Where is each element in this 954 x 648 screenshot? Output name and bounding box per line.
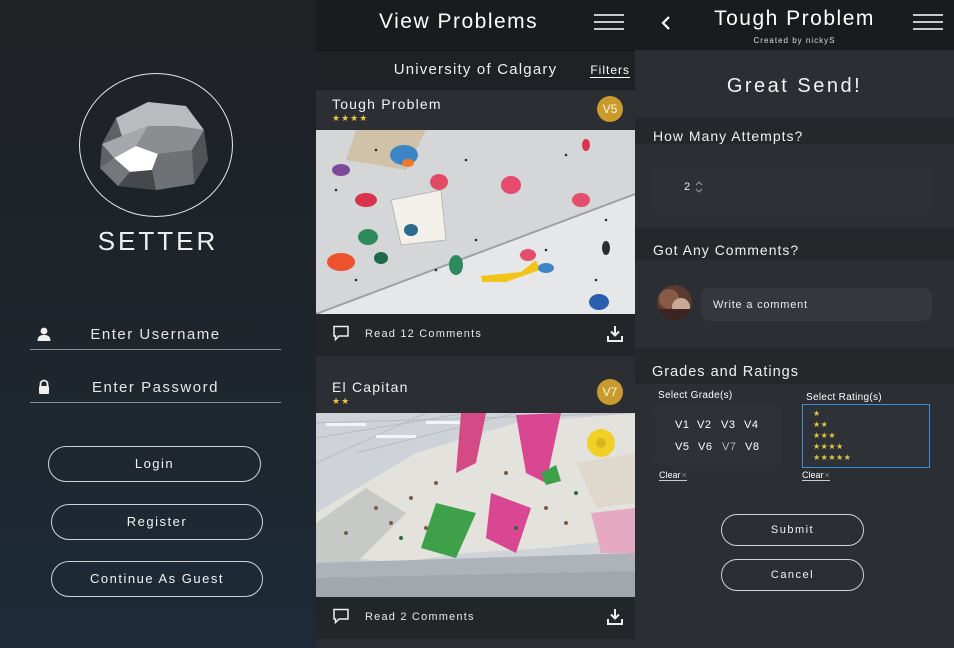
comment-icon[interactable] [332,325,350,341]
grade-badge: V7 [597,379,623,405]
great-send-banner: Great Send! [726,75,863,97]
problem-name: El Capitan [332,379,409,395]
menu-icon[interactable] [913,14,943,30]
password-placeholder: Enter Password [92,379,219,396]
view-problems-panel: View Problems University of Calgary Filt… [316,0,635,648]
page-title: View Problems [379,10,539,33]
problem-stars: ★★★★ [332,113,369,123]
rating-option[interactable]: ★ [813,409,821,418]
grade-option[interactable]: V4 [744,419,758,431]
download-icon[interactable] [607,608,623,626]
climbing-wall-image [316,130,635,314]
username-field[interactable]: Enter Username [30,320,281,350]
stepper-icon[interactable] [694,179,704,195]
rating-option[interactable]: ★★★★★ [813,453,851,462]
grade-option[interactable]: V3 [721,419,735,431]
clear-x-icon: × [681,470,687,480]
submit-button[interactable]: Submit [721,514,864,546]
grade-option[interactable]: V2 [697,419,711,431]
grade-option[interactable]: V7 [722,441,736,453]
rating-option[interactable]: ★★★★ [813,442,844,451]
comment-icon[interactable] [332,608,350,624]
register-button[interactable]: Register [51,504,263,540]
guest-button[interactable]: Continue As Guest [51,561,263,597]
view-header: View Problems [316,0,635,50]
comment-input[interactable] [701,288,932,321]
attempts-value: 2 [684,181,691,193]
grades-label: Grades and Ratings [652,364,799,380]
username-placeholder: Enter Username [90,326,221,343]
avatar [657,285,692,320]
grade-option[interactable]: V6 [698,441,712,453]
rating-selector[interactable]: ★ ★★ ★★★ ★★★★ ★★★★★ [802,404,930,468]
card-footer: Read 12 Comments [316,314,635,356]
problem-photo [316,130,635,314]
filters-link[interactable]: Filters [590,63,630,78]
creator-label: Created by nickyS [753,36,836,45]
problem-stars: ★★ [332,396,351,406]
menu-icon[interactable] [594,14,624,30]
grade-option[interactable]: V5 [675,441,689,453]
problem-card[interactable]: Tough Problem ★★★★ V5 Read 12 Comments [316,90,635,356]
boulder-logo-icon [100,102,208,190]
location-title: University of Calgary [393,61,558,78]
card-header: El Capitan ★★ V7 [316,373,635,413]
problem-detail-panel: Tough Problem Created by nickyS Great Se… [635,0,954,648]
attempts-stepper[interactable]: 2 [653,164,930,210]
problem-card[interactable]: El Capitan ★★ V7 Read 2 Comments [316,373,635,641]
problem-photo [316,413,635,597]
grade-badge: V5 [597,96,623,122]
problem-name: Tough Problem [332,96,442,112]
read-comments-link[interactable]: Read 12 Comments [365,328,482,340]
clear-grades-link[interactable]: Clear× [659,470,687,481]
login-button[interactable]: Login [48,446,261,482]
grade-option[interactable]: V1 [675,419,689,431]
login-panel: SETTER Enter Username Enter Password Log… [0,0,316,648]
select-rating-label: Select Rating(s) [806,392,882,403]
grade-option[interactable]: V8 [745,441,759,453]
logo [79,73,233,217]
download-icon[interactable] [607,325,623,343]
clear-ratings-link[interactable]: Clear× [802,470,830,481]
attempts-label: How Many Attempts? [653,128,804,144]
read-comments-link[interactable]: Read 2 Comments [365,611,475,623]
app-brand: SETTER [97,226,219,256]
location-bar: University of Calgary Filters [316,50,635,90]
problem-title: Tough Problem [714,7,875,30]
password-field[interactable]: Enter Password [30,373,281,403]
card-header: Tough Problem ★★★★ V5 [316,90,635,130]
rating-option[interactable]: ★★ [813,420,828,429]
clear-x-icon: × [824,470,830,480]
card-footer: Read 2 Comments [316,597,635,639]
select-grade-label: Select Grade(s) [658,390,733,401]
rating-option[interactable]: ★★★ [813,431,836,440]
cancel-button[interactable]: Cancel [721,559,864,591]
comments-label: Got Any Comments? [653,242,800,258]
grade-selector[interactable]: V1 V2 V3 V4 V5 V6 V7 V8 [655,404,781,465]
detail-header: Tough Problem Created by nickyS [635,0,954,50]
bouldering-gym-image [316,413,635,597]
